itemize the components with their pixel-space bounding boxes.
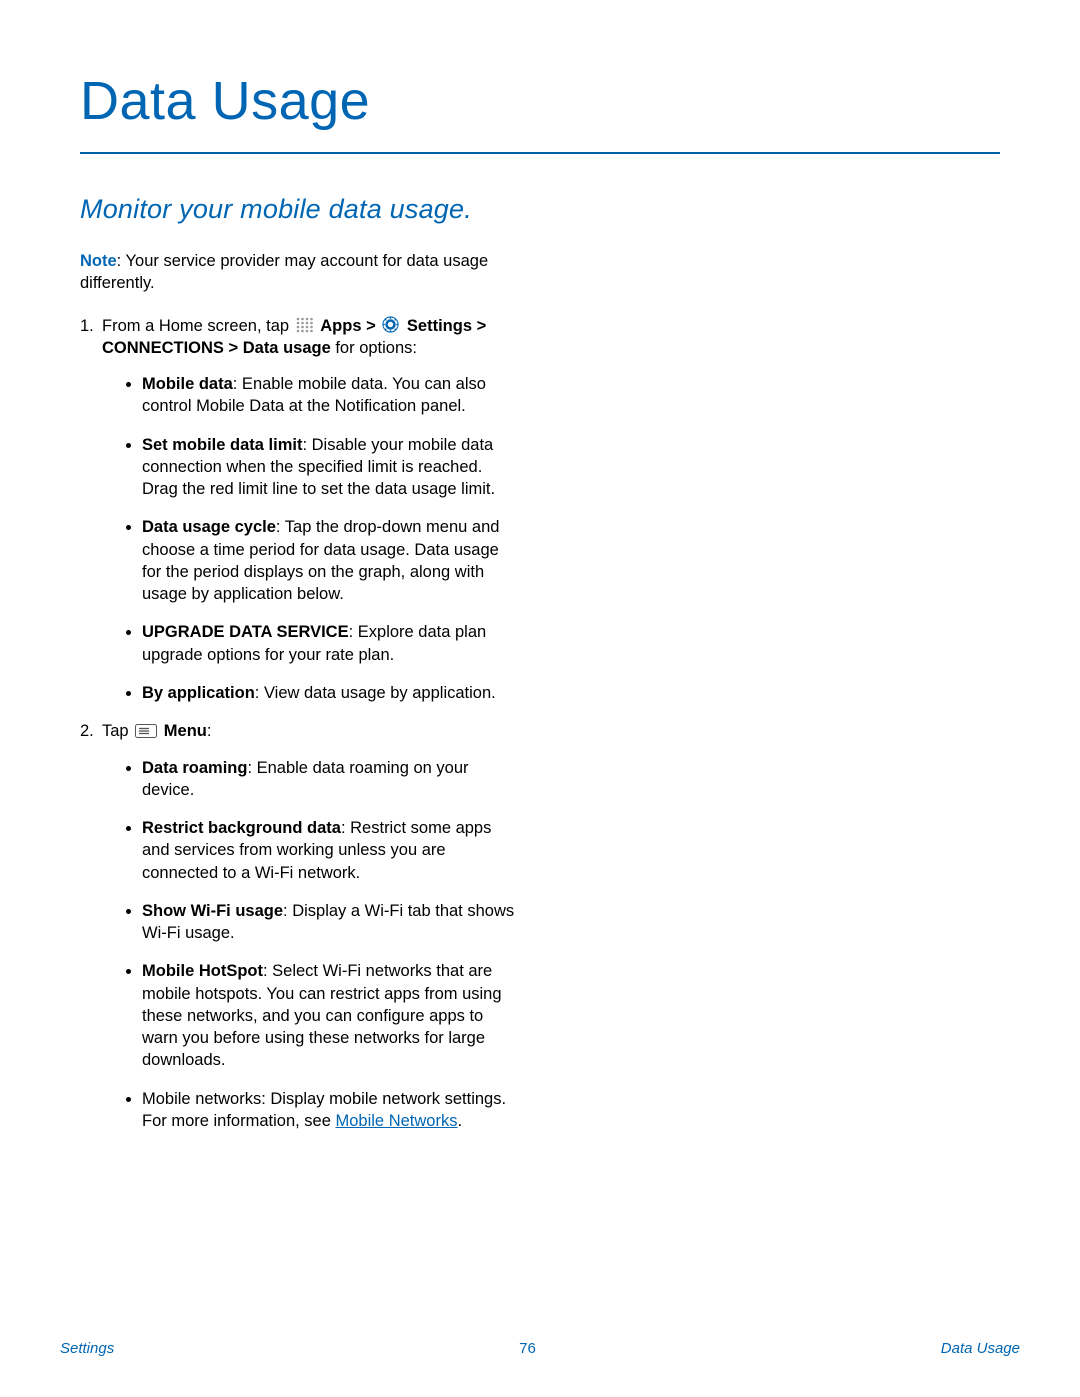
list-item: Data usage cycle: Tap the drop-down menu… [142, 516, 520, 605]
footer-left: Settings [60, 1340, 114, 1357]
gt-1: > [362, 317, 381, 335]
list-item: Restrict background data: Restrict some … [142, 817, 520, 884]
list-item: Set mobile data limit: Disable your mobi… [142, 434, 520, 501]
mobile-networks-link[interactable]: Mobile Networks [336, 1112, 458, 1130]
footer-page-number: 76 [519, 1340, 536, 1357]
settings-label: Settings [407, 317, 472, 335]
step-2-bullets: Data roaming: Enable data roaming on you… [102, 757, 520, 1133]
footer-right: Data Usage [941, 1340, 1020, 1357]
list-item: By application: View data usage by appli… [142, 682, 520, 704]
step-1: 1. From a Home screen, tap Apps > [80, 315, 520, 705]
list-item: Mobile networks: Display mobile network … [142, 1088, 520, 1133]
note-text: : Your service provider may account for … [80, 252, 488, 292]
subtitle: Monitor your mobile data usage. [80, 194, 1000, 225]
note-label: Note [80, 252, 117, 270]
step-2-colon: : [207, 722, 212, 740]
list-item: Mobile data: Enable mobile data. You can… [142, 373, 520, 418]
settings-icon [382, 316, 400, 332]
menu-icon [135, 722, 157, 736]
content-column: Note: Your service provider may account … [80, 250, 520, 1132]
list-item: Data roaming: Enable data roaming on you… [142, 757, 520, 802]
step-2-text-before: Tap [102, 722, 133, 740]
page-title: Data Usage [80, 70, 1000, 132]
title-rule [80, 152, 1000, 154]
page-footer: Settings 76 Data Usage [60, 1340, 1020, 1357]
apps-label: Apps [320, 317, 361, 335]
menu-label: Menu [164, 722, 207, 740]
step-1-bullets: Mobile data: Enable mobile data. You can… [102, 373, 520, 704]
note-paragraph: Note: Your service provider may account … [80, 250, 520, 295]
list-item: Mobile HotSpot: Select Wi-Fi networks th… [142, 960, 520, 1071]
step-2-number: 2. [80, 720, 94, 742]
list-item: UPGRADE DATA SERVICE: Explore data plan … [142, 621, 520, 666]
step-1-text-before: From a Home screen, tap [102, 317, 294, 335]
step-1-text-after: for options: [331, 339, 417, 357]
step-1-number: 1. [80, 315, 94, 337]
list-item: Show Wi-Fi usage: Display a Wi-Fi tab th… [142, 900, 520, 945]
apps-icon [296, 317, 314, 333]
step-2: 2. Tap Menu: Data roaming: Enable data r… [80, 720, 520, 1132]
